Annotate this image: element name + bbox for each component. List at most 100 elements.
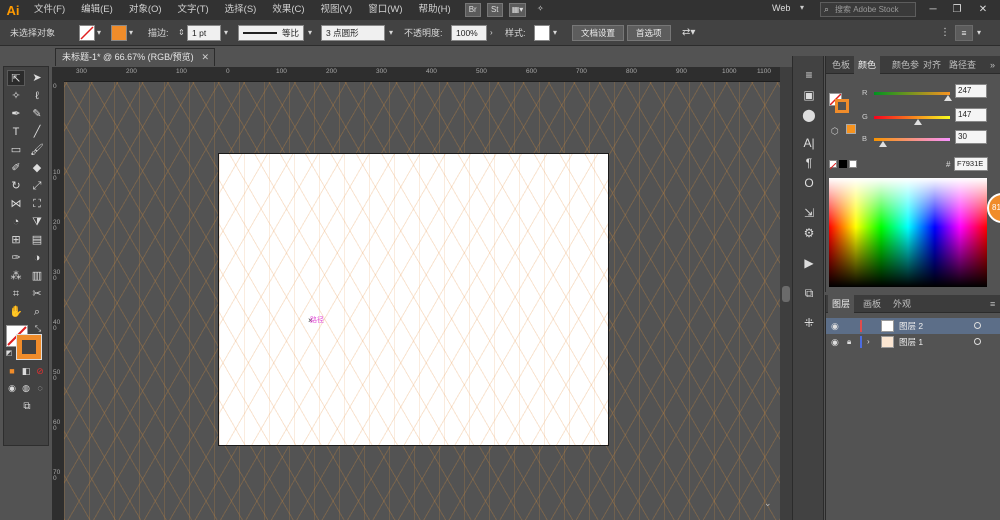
paintbrush-tool-icon[interactable]: 🖌 (28, 142, 46, 158)
chevron-down-icon[interactable]: ▾ (553, 20, 557, 46)
panel-menu-icon[interactable]: ≡ (955, 25, 973, 41)
minimize-button[interactable]: ─ (924, 2, 942, 17)
tab-appearance[interactable]: 外观 (889, 295, 915, 313)
type-tool-icon[interactable]: T (7, 124, 25, 140)
red-slider-thumb[interactable] (943, 95, 952, 101)
chevron-right-icon[interactable]: › (490, 20, 493, 46)
paragraph-icon[interactable]: ¶ (799, 154, 819, 172)
vertical-ruler[interactable]: 0 100 200 300 400 500 600 700 (52, 82, 64, 520)
chevron-down-icon[interactable]: ▾ (224, 20, 228, 46)
close-button[interactable]: ✕ (974, 2, 992, 17)
magic-wand-tool-icon[interactable]: ✧ (7, 88, 25, 104)
red-value-field[interactable]: 247 (955, 84, 987, 98)
gradient-tool-icon[interactable]: ▤ (28, 232, 46, 248)
workspace-switcher[interactable]: Web (772, 3, 790, 13)
rotate-tool-icon[interactable]: ↻ (7, 178, 25, 194)
tab-artboards[interactable]: 画板 (859, 295, 885, 313)
gradient-mode-icon[interactable]: ◧ (20, 363, 32, 379)
canvas-area[interactable]: × 路径 (64, 82, 780, 520)
align-icon[interactable]: ⋮ (940, 20, 950, 46)
character-icon[interactable]: A| (799, 134, 819, 152)
blend-tool-icon[interactable]: ◑ (28, 250, 46, 266)
menu-view[interactable]: 视图(V) (313, 0, 361, 20)
eraser-tool-icon[interactable]: ◆ (28, 160, 46, 176)
blue-slider-thumb[interactable] (878, 141, 887, 147)
vertical-scrollbar[interactable] (780, 67, 792, 520)
zoom-tool-icon[interactable]: ⌕ (28, 304, 46, 320)
export-icon[interactable]: ⇲ (799, 204, 819, 222)
tab-layers[interactable]: 图层 (828, 295, 855, 313)
mesh-tool-icon[interactable]: ⊞ (7, 232, 25, 248)
menu-effect[interactable]: 效果(C) (264, 0, 312, 20)
layer-name[interactable]: 图层 2 (899, 318, 923, 334)
green-slider[interactable] (874, 116, 950, 125)
stock-button[interactable]: St (486, 3, 503, 17)
document-tab[interactable]: 未标题-1* @ 66.67% (RGB/预览) ✕ (55, 48, 215, 66)
stroke-weight-field[interactable]: 1 pt (187, 25, 221, 41)
document-setup-button[interactable]: 文档设置 (572, 25, 625, 41)
eyedropper-tool-icon[interactable]: ✑ (7, 250, 25, 266)
default-colors-icon[interactable]: ◩ (4, 346, 14, 362)
tab-color-guide[interactable]: 颜色参 (888, 56, 923, 74)
preferences-button[interactable]: 首选项 (627, 25, 671, 41)
target-circle-icon[interactable] (974, 338, 981, 345)
line-tool-icon[interactable]: ╱ (28, 124, 46, 140)
menu-object[interactable]: 对象(O) (121, 0, 170, 20)
draw-normal-icon[interactable]: ◉ (6, 380, 18, 396)
draw-inside-icon[interactable]: ◌ (34, 380, 46, 396)
layer-row[interactable]: ◉ 🔒︎ › 图层 1 (826, 334, 1000, 350)
opentype-icon[interactable]: O (799, 174, 819, 192)
artboard[interactable]: × 路径 (218, 153, 609, 446)
fill-swatch[interactable] (79, 25, 95, 41)
curvature-tool-icon[interactable]: ✎ (28, 106, 46, 122)
none-swatch[interactable] (829, 160, 837, 170)
artboards-grid-icon[interactable]: ⁜ (799, 314, 819, 332)
scale-tool-icon[interactable]: ⤢ (28, 178, 46, 194)
visibility-eye-icon[interactable]: ◉ (831, 318, 839, 334)
style-swatch[interactable] (534, 25, 550, 41)
pen-tool-icon[interactable]: ✒ (7, 106, 25, 122)
close-icon[interactable]: ✕ (201, 49, 209, 66)
artboard-tool-icon[interactable]: ⌗ (7, 286, 25, 302)
tab-swatches[interactable]: 色板 (828, 56, 854, 74)
stroke-swatch[interactable] (111, 25, 127, 41)
chevron-down-icon[interactable]: ▾ (129, 20, 133, 46)
menu-select[interactable]: 选择(S) (217, 0, 265, 20)
play-action-icon[interactable]: ▶ (799, 254, 819, 272)
menu-help[interactable]: 帮助(H) (411, 0, 459, 20)
symbol-sprayer-tool-icon[interactable]: ⁂ (7, 268, 25, 284)
color-spectrum[interactable] (829, 178, 987, 287)
tab-color[interactable]: 颜色 (854, 56, 881, 74)
horizontal-ruler[interactable]: 300 200 100 0 100 200 300 400 500 600 70… (64, 67, 780, 82)
stroke-color-box[interactable] (16, 334, 42, 360)
color-guide-icon[interactable]: ▣ (799, 86, 819, 104)
red-slider[interactable] (874, 92, 952, 101)
opacity-field[interactable]: 100% (451, 25, 487, 41)
green-slider-thumb[interactable] (913, 119, 922, 125)
swatches-icon[interactable]: ⬤ (799, 106, 819, 124)
settings-gear-icon[interactable]: ⚙ (799, 224, 819, 242)
shaper-tool-icon[interactable]: ✐ (7, 160, 25, 176)
color-mode-icon[interactable]: ■ (6, 363, 18, 379)
layer-name[interactable]: 图层 1 (899, 334, 923, 350)
menu-window[interactable]: 窗口(W) (360, 0, 410, 20)
draw-behind-icon[interactable]: ◍ (20, 380, 32, 396)
shape-builder-tool-icon[interactable]: ◔ (7, 214, 25, 230)
none-mode-icon[interactable]: ⊘ (34, 363, 46, 379)
visibility-eye-icon[interactable]: ◉ (831, 334, 839, 350)
chevron-down-icon[interactable]: ▾ (389, 20, 393, 46)
menu-type[interactable]: 文字(T) (170, 0, 217, 20)
chevron-down-icon[interactable]: ▾ (800, 3, 804, 12)
menu-icon[interactable]: ≡ (799, 66, 819, 84)
chevron-down-icon[interactable]: ▾ (308, 20, 312, 46)
chevron-right-icon[interactable]: › (867, 334, 870, 350)
swap-colors-icon[interactable]: ⤡ (32, 321, 44, 337)
variable-width-profile[interactable]: 等比 (238, 25, 304, 41)
arrange-documents-icon[interactable]: ▦▾ (508, 3, 527, 17)
blue-value-field[interactable]: 30 (955, 130, 987, 144)
panel-menu-icon[interactable]: ≡ (986, 295, 999, 313)
column-graph-tool-icon[interactable]: ▥ (28, 268, 46, 284)
white-swatch[interactable] (849, 160, 857, 168)
layer-row[interactable]: ◉ 图层 2 (826, 318, 1000, 334)
tab-align[interactable]: 对齐 (919, 56, 945, 74)
